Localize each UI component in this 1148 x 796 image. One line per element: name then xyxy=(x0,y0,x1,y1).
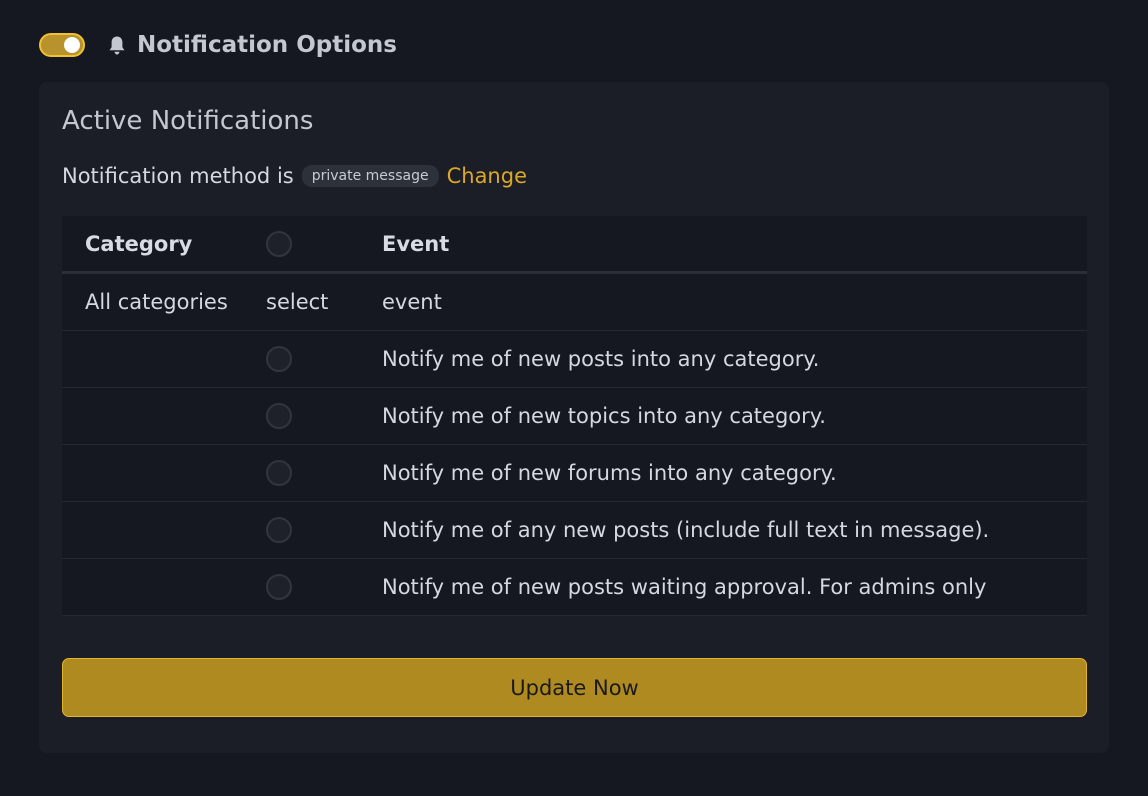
section-title: Notification Options xyxy=(137,32,397,58)
bell-icon xyxy=(107,34,127,56)
table-row: Notify me of new posts into any category… xyxy=(62,331,1087,388)
notification-options-header: Notification Options xyxy=(39,30,397,60)
event-header: Event xyxy=(382,231,450,256)
toggle-knob xyxy=(64,37,80,53)
change-method-link[interactable]: Change xyxy=(447,164,527,188)
panel-title: Active Notifications xyxy=(62,106,314,136)
category-header: Category xyxy=(85,231,193,256)
update-now-button[interactable]: Update Now xyxy=(62,658,1087,717)
table-row: Notify me of new topics into any categor… xyxy=(62,388,1087,445)
event-checkbox[interactable] xyxy=(266,517,292,543)
notification-method-line: Notification method is private message C… xyxy=(62,164,527,188)
event-checkbox[interactable] xyxy=(266,574,292,600)
event-text: Notify me of new posts into any category… xyxy=(382,347,820,371)
category-cell: All categories xyxy=(85,290,228,314)
select-cell xyxy=(266,403,382,429)
method-badge: private message xyxy=(301,165,439,187)
event-checkbox[interactable] xyxy=(266,403,292,429)
event-text: Notify me of any new posts (include full… xyxy=(382,518,990,542)
table-header-row: Category Event xyxy=(62,216,1087,274)
event-label: event xyxy=(382,290,442,314)
select-all-cell xyxy=(266,230,382,257)
select-cell xyxy=(266,346,382,372)
notifications-table: Category Event All categories select eve… xyxy=(62,216,1087,616)
select-cell xyxy=(266,517,382,543)
select-cell xyxy=(266,460,382,486)
notifications-toggle[interactable] xyxy=(39,33,85,57)
method-prefix: Notification method is xyxy=(62,164,294,188)
event-checkbox[interactable] xyxy=(266,460,292,486)
active-notifications-panel: Active Notifications Notification method… xyxy=(39,82,1109,753)
table-row: All categories select event xyxy=(62,274,1087,331)
select-cell xyxy=(266,574,382,600)
table-row: Notify me of any new posts (include full… xyxy=(62,502,1087,559)
table-row: Notify me of new forums into any categor… xyxy=(62,445,1087,502)
event-checkbox[interactable] xyxy=(266,346,292,372)
select-all-checkbox[interactable] xyxy=(266,230,292,257)
event-text: Notify me of new posts waiting approval.… xyxy=(382,575,987,599)
event-text: Notify me of new forums into any categor… xyxy=(382,461,837,485)
select-label: select xyxy=(266,290,329,314)
table-row: Notify me of new posts waiting approval.… xyxy=(62,559,1087,616)
event-text: Notify me of new topics into any categor… xyxy=(382,404,826,428)
